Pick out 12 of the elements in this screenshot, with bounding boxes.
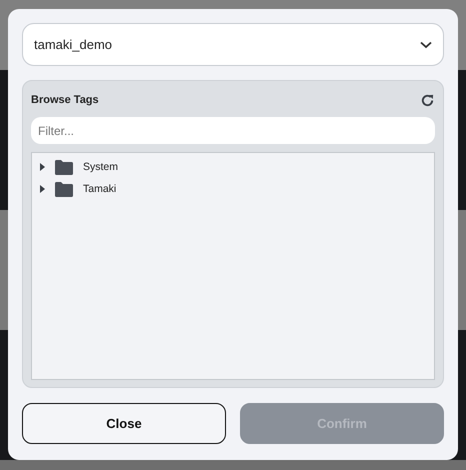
caret-right-icon[interactable] <box>40 185 45 193</box>
refresh-icon[interactable] <box>420 92 435 108</box>
panel-title: Browse Tags <box>31 94 99 106</box>
database-select[interactable]: tamaki_demo <box>22 23 444 66</box>
tree-item[interactable]: System <box>83 161 118 173</box>
filter-field[interactable]: Filter... <box>31 117 435 144</box>
tree-item[interactable]: Tamaki <box>83 183 116 195</box>
chevron-down-icon <box>420 40 432 48</box>
caret-right-icon[interactable] <box>40 163 45 171</box>
folder-icon <box>55 160 73 174</box>
dialog-button[interactable]: Close <box>22 403 226 444</box>
folder-icon <box>55 182 73 196</box>
